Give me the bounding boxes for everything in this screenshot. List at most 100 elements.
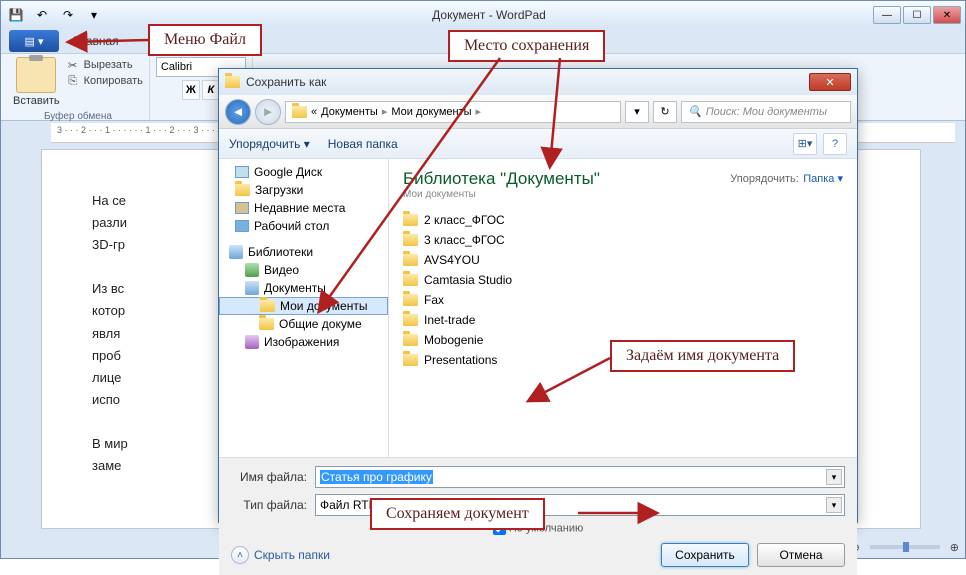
list-item[interactable]: AVS4YOU xyxy=(401,250,845,270)
minimize-button[interactable]: — xyxy=(873,6,901,24)
dialog-close-button[interactable]: ✕ xyxy=(809,73,851,91)
folder-icon xyxy=(260,300,275,312)
chevron-down-icon[interactable]: ▾ xyxy=(826,497,842,513)
chevron-right-icon: ▸ xyxy=(382,105,388,118)
breadcrumb[interactable]: « Документы ▸ Мои документы ▸ xyxy=(285,101,621,123)
folder-icon xyxy=(292,106,307,118)
folder-icon xyxy=(403,234,418,246)
nav-bar: ◄ ► « Документы ▸ Мои документы ▸ ▾ ↻ 🔍 … xyxy=(219,95,857,129)
file-list[interactable]: Библиотека "Документы" Мои документы Упо… xyxy=(389,159,857,457)
folder-icon xyxy=(235,202,249,214)
tree-item[interactable]: Рабочий стол xyxy=(219,217,388,235)
tree-item-selected[interactable]: Мои документы xyxy=(219,297,388,315)
folder-icon xyxy=(259,318,274,330)
zoom-slider[interactable] xyxy=(870,545,940,549)
copy-icon: ⎘ xyxy=(66,74,80,88)
view-button[interactable]: ⊞▾ xyxy=(793,133,817,155)
quick-access-toolbar: 💾 ↶ ↷ ▾ xyxy=(5,4,105,26)
documents-icon xyxy=(245,281,259,295)
sort-button[interactable]: Папка ▾ xyxy=(803,173,843,185)
video-icon xyxy=(245,263,259,277)
tree-item[interactable]: Недавние места xyxy=(219,199,388,217)
list-item[interactable]: 2 класс_ФГОС xyxy=(401,210,845,230)
qat-save-icon[interactable]: 💾 xyxy=(5,4,27,26)
tree-item[interactable]: Изображения xyxy=(219,333,388,351)
chevron-down-icon[interactable]: ▾ xyxy=(826,469,842,485)
search-icon: 🔍 xyxy=(688,105,702,118)
tree-item[interactable]: Общие докуме xyxy=(219,315,388,333)
tree-libraries[interactable]: Библиотеки xyxy=(219,243,388,261)
folder-icon xyxy=(235,184,250,196)
nav-back-button[interactable]: ◄ xyxy=(225,99,251,125)
tree-item[interactable]: Видео xyxy=(219,261,388,279)
zoom-in-button[interactable]: ⊕ xyxy=(950,541,959,554)
maximize-button[interactable]: ☐ xyxy=(903,6,931,24)
tree-item[interactable]: Загрузки xyxy=(219,181,388,199)
folder-icon xyxy=(403,214,418,226)
qat-more-icon[interactable]: ▾ xyxy=(83,4,105,26)
folder-icon xyxy=(403,294,418,306)
folder-icon xyxy=(403,274,418,286)
clipboard-group: Вставить ✂Вырезать ⎘Копировать Буфер обм… xyxy=(7,57,150,120)
scissors-icon: ✂ xyxy=(66,58,80,72)
window-title: Документ - WordPad xyxy=(105,8,873,22)
dialog-title: Сохранить как xyxy=(246,75,326,89)
cancel-button[interactable]: Отмена xyxy=(757,543,845,567)
list-item[interactable]: Inet-trade xyxy=(401,310,845,330)
list-item[interactable]: Camtasia Studio xyxy=(401,270,845,290)
organize-button[interactable]: Упорядочить ▾ xyxy=(229,137,310,151)
library-icon xyxy=(229,245,243,259)
dialog-toolbar: Упорядочить ▾ Новая папка ⊞▾ ? xyxy=(219,129,857,159)
list-header: Библиотека "Документы" Мои документы Упо… xyxy=(401,165,845,210)
folder-icon xyxy=(235,166,249,178)
save-button[interactable]: Сохранить xyxy=(661,543,749,567)
close-button[interactable]: ✕ xyxy=(933,6,961,24)
qat-redo-icon[interactable]: ↷ xyxy=(57,4,79,26)
list-item[interactable]: Fax xyxy=(401,290,845,310)
folder-icon xyxy=(403,314,418,326)
list-item[interactable]: 3 класс_ФГОС xyxy=(401,230,845,250)
hide-folders-button[interactable]: ˄ Скрыть папки xyxy=(231,546,330,564)
dialog-icon xyxy=(225,76,240,88)
chevron-up-icon: ˄ xyxy=(231,546,249,564)
new-folder-button[interactable]: Новая папка xyxy=(328,137,398,151)
bold-button[interactable]: Ж xyxy=(182,80,200,100)
callout-name: Задаём имя документа xyxy=(610,340,795,372)
folder-icon xyxy=(403,354,418,366)
help-button[interactable]: ? xyxy=(823,133,847,155)
dialog-body: Google Диск Загрузки Недавние места Рабо… xyxy=(219,159,857,457)
file-menu-icon: ▤ xyxy=(25,35,35,48)
file-menu-button[interactable]: ▤ ▾ xyxy=(9,30,59,52)
callout-menu: Меню Файл xyxy=(148,24,262,56)
paste-icon xyxy=(16,57,56,93)
folder-tree[interactable]: Google Диск Загрузки Недавние места Рабо… xyxy=(219,159,389,457)
tree-item[interactable]: Документы xyxy=(219,279,388,297)
nav-forward-button[interactable]: ► xyxy=(255,99,281,125)
filetype-label: Тип файла: xyxy=(231,498,307,512)
chevron-right-icon: ▸ xyxy=(476,105,482,118)
cut-button[interactable]: ✂Вырезать xyxy=(66,57,143,73)
filename-label: Имя файла: xyxy=(231,470,307,484)
location-subtitle: Мои документы xyxy=(403,189,600,200)
filename-input[interactable]: Статья про графику ▾ xyxy=(315,466,845,488)
refresh-dropdown[interactable]: ▾ xyxy=(625,101,649,123)
copy-button[interactable]: ⎘Копировать xyxy=(66,73,143,89)
folder-icon xyxy=(403,334,418,346)
chevron-down-icon: ▾ xyxy=(38,35,44,48)
search-input[interactable]: 🔍 Поиск: Мои документы xyxy=(681,101,851,123)
dialog-titlebar: Сохранить как ✕ xyxy=(219,69,857,95)
location-title: Библиотека "Документы" xyxy=(403,169,600,189)
desktop-icon xyxy=(235,220,249,232)
titlebar: 💾 ↶ ↷ ▾ Документ - WordPad — ☐ ✕ xyxy=(1,1,965,29)
callout-saveplace: Место сохранения xyxy=(448,30,605,62)
paste-button[interactable]: Вставить xyxy=(13,95,60,107)
tab-home[interactable]: Главная xyxy=(59,30,133,52)
tree-item[interactable]: Google Диск xyxy=(219,163,388,181)
refresh-button[interactable]: ↻ xyxy=(653,101,677,123)
callout-savebtn: Сохраняем документ xyxy=(370,498,545,530)
qat-undo-icon[interactable]: ↶ xyxy=(31,4,53,26)
images-icon xyxy=(245,335,259,349)
save-as-dialog: Сохранить как ✕ ◄ ► « Документы ▸ Мои до… xyxy=(218,68,858,523)
folder-icon xyxy=(403,254,418,266)
clipboard-caption: Буфер обмена xyxy=(44,111,112,122)
